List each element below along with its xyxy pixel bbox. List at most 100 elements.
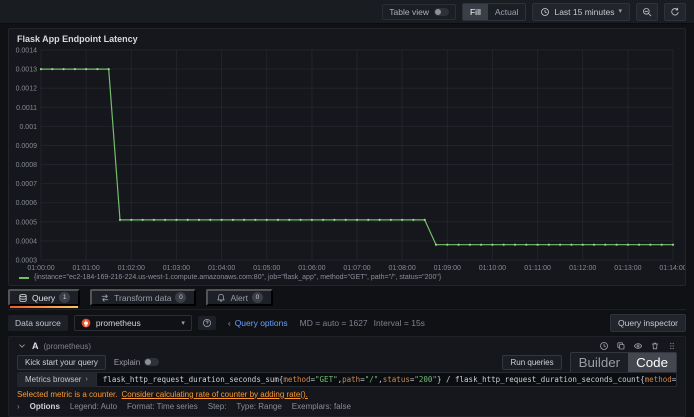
svg-text:01:11:00: 01:11:00: [524, 265, 551, 272]
timeseries-panel: Flask App Endpoint Latency 0.0014 0.0013 0…: [8, 28, 686, 286]
explain-switch[interactable]: [144, 358, 160, 366]
fill-button[interactable]: Fill: [462, 3, 488, 20]
option-summary-item: Legend: Auto: [69, 402, 118, 411]
svg-text:0.0014: 0.0014: [16, 48, 38, 55]
query-editor-card: A (prometheus) Kick start your query Exp…: [8, 336, 686, 417]
chart-legend[interactable]: {instance="ec2-184-169-216-224.us-west-1…: [9, 273, 685, 281]
zoom-out-button[interactable]: [636, 2, 658, 21]
svg-text:0.001: 0.001: [19, 124, 37, 131]
option-summary-item: Format: Time series: [127, 402, 198, 411]
switch-knob: [145, 359, 152, 365]
drag-handle-icon: [667, 341, 677, 351]
option-summary-item: Exemplars: false: [291, 402, 351, 411]
tab-count-badge: 0: [251, 292, 263, 303]
refresh-icon: [670, 7, 680, 17]
panel-size-toggle: Fill Actual: [461, 2, 527, 21]
remove-button[interactable]: [650, 341, 660, 351]
svg-text:01:10:00: 01:10:00: [479, 265, 506, 272]
chevron-down-icon: ▾: [181, 319, 185, 327]
svg-text:0.0008: 0.0008: [16, 162, 38, 169]
top-toolbar: Table view Fill Actual Last 15 minutes ▾: [0, 0, 694, 24]
time-range-label: Last 15 minutes: [554, 6, 615, 17]
table-view-toggle-group: Table view: [382, 3, 456, 20]
svg-text:01:06:00: 01:06:00: [298, 265, 325, 272]
query-options-summary-row[interactable]: › Options Legend: Auto Format: Time serie…: [17, 401, 677, 412]
magnifier-minus-icon: [642, 7, 652, 17]
tab-count-badge: 1: [59, 292, 71, 303]
svg-text:0.0003: 0.0003: [16, 258, 38, 265]
options-items: Legend: Auto Format: Time series Step: Type…: [70, 402, 351, 411]
legend-series-marker: [19, 276, 29, 279]
svg-text:0.0012: 0.0012: [16, 86, 38, 93]
history-button[interactable]: [599, 341, 609, 351]
tab-label: Alert: [230, 292, 248, 303]
metrics-browser-label: Metrics browser: [25, 375, 82, 384]
grafana-panel-edit-view: Table view Fill Actual Last 15 minutes ▾…: [0, 0, 694, 417]
datasource-help-button[interactable]: [197, 316, 216, 330]
query-row-actions: [599, 341, 677, 351]
warning-rate-link[interactable]: Consider calculating rate of counter by …: [122, 390, 308, 399]
hide-icon: [633, 341, 643, 351]
table-view-switch[interactable]: [433, 7, 449, 16]
svg-text:0.0013: 0.0013: [16, 67, 38, 74]
query-options-label: Query options: [234, 318, 288, 328]
editor-tabs: Query 1 Transform data 0 Alert 0: [8, 289, 686, 310]
query-row-header[interactable]: A (prometheus): [17, 340, 677, 352]
svg-text:01:12:00: 01:12:00: [569, 265, 596, 272]
duplicate-button[interactable]: [616, 341, 626, 351]
tab-alert[interactable]: Alert 0: [206, 289, 273, 306]
code-mode-button[interactable]: Code: [628, 352, 676, 372]
tab-count-badge: 0: [175, 292, 187, 303]
query-inspector-button[interactable]: Query inspector: [610, 314, 686, 332]
metrics-browser-button[interactable]: Metrics browser ›: [17, 372, 96, 387]
max-data-points-summary: MD = auto = 1627: [299, 318, 368, 328]
editor-mode-toggle: Builder Code: [569, 351, 677, 373]
legend-series-label: {instance="ec2-184-169-216-224.us-west-1…: [34, 274, 442, 281]
actual-button[interactable]: Actual: [487, 3, 526, 20]
hide-button[interactable]: [633, 341, 643, 351]
drag-handle-button[interactable]: [667, 341, 677, 351]
svg-text:01:00:00: 01:00:00: [27, 265, 54, 272]
time-range-picker[interactable]: Last 15 minutes ▾: [532, 2, 630, 21]
clock-icon: [540, 7, 550, 17]
counter-warning: Selected metric is a counter. Consider c…: [17, 389, 677, 399]
collapse-chevron-icon[interactable]: [17, 341, 27, 351]
datasource-row: Data source prometheus ▾ ‹ Query options…: [8, 312, 686, 334]
svg-text:01:04:00: 01:04:00: [208, 265, 235, 272]
datasource-picker[interactable]: prometheus ▾: [73, 315, 192, 331]
datasource-name: prometheus: [95, 318, 141, 328]
query-toolbar-row: Kick start your query Explain Run querie…: [17, 351, 677, 373]
svg-text:01:13:00: 01:13:00: [614, 265, 641, 272]
warning-text: Selected metric is a counter.: [17, 389, 118, 399]
svg-text:01:03:00: 01:03:00: [163, 265, 190, 272]
help-icon: [202, 318, 212, 328]
chevron-left-icon: ‹: [227, 318, 231, 328]
interval-summary: Interval = 15s: [373, 318, 425, 328]
latency-chart[interactable]: 0.0014 0.0013 0.0012 0.0011 0.001 0.0009 0.000…: [9, 45, 685, 273]
chevron-down-icon: ▾: [618, 8, 622, 15]
svg-text:01:08:00: 01:08:00: [388, 265, 415, 272]
panel-title[interactable]: Flask App Endpoint Latency: [9, 29, 685, 45]
transform-icon: [100, 293, 110, 303]
chevron-right-icon: ›: [17, 402, 20, 411]
refresh-button[interactable]: [664, 2, 686, 21]
builder-mode-button[interactable]: Builder: [571, 353, 628, 372]
remove-icon: [650, 341, 660, 351]
tab-transform-data[interactable]: Transform data 0: [90, 289, 197, 306]
svg-text:0.0004: 0.0004: [16, 238, 38, 245]
datasource-label: Data source: [8, 315, 68, 331]
run-queries-button[interactable]: Run queries: [502, 354, 562, 370]
kick-start-query-button[interactable]: Kick start your query: [17, 354, 106, 370]
svg-text:01:05:00: 01:05:00: [253, 265, 280, 272]
svg-text:0.0009: 0.0009: [16, 143, 38, 150]
explain-toggle-group: Explain: [114, 358, 160, 367]
options-label: Options: [29, 402, 60, 411]
svg-text:01:02:00: 01:02:00: [118, 265, 145, 272]
database-icon: [18, 293, 28, 303]
promql-expression-input[interactable]: flask_http_request_duration_seconds_sum{…: [95, 372, 677, 387]
svg-text:0.0007: 0.0007: [16, 181, 38, 188]
query-options-toggle[interactable]: ‹ Query options: [222, 317, 294, 329]
table-view-label: Table view: [389, 6, 429, 17]
option-summary-item: Type: Range: [236, 402, 282, 411]
tab-query[interactable]: Query 1: [8, 289, 81, 308]
